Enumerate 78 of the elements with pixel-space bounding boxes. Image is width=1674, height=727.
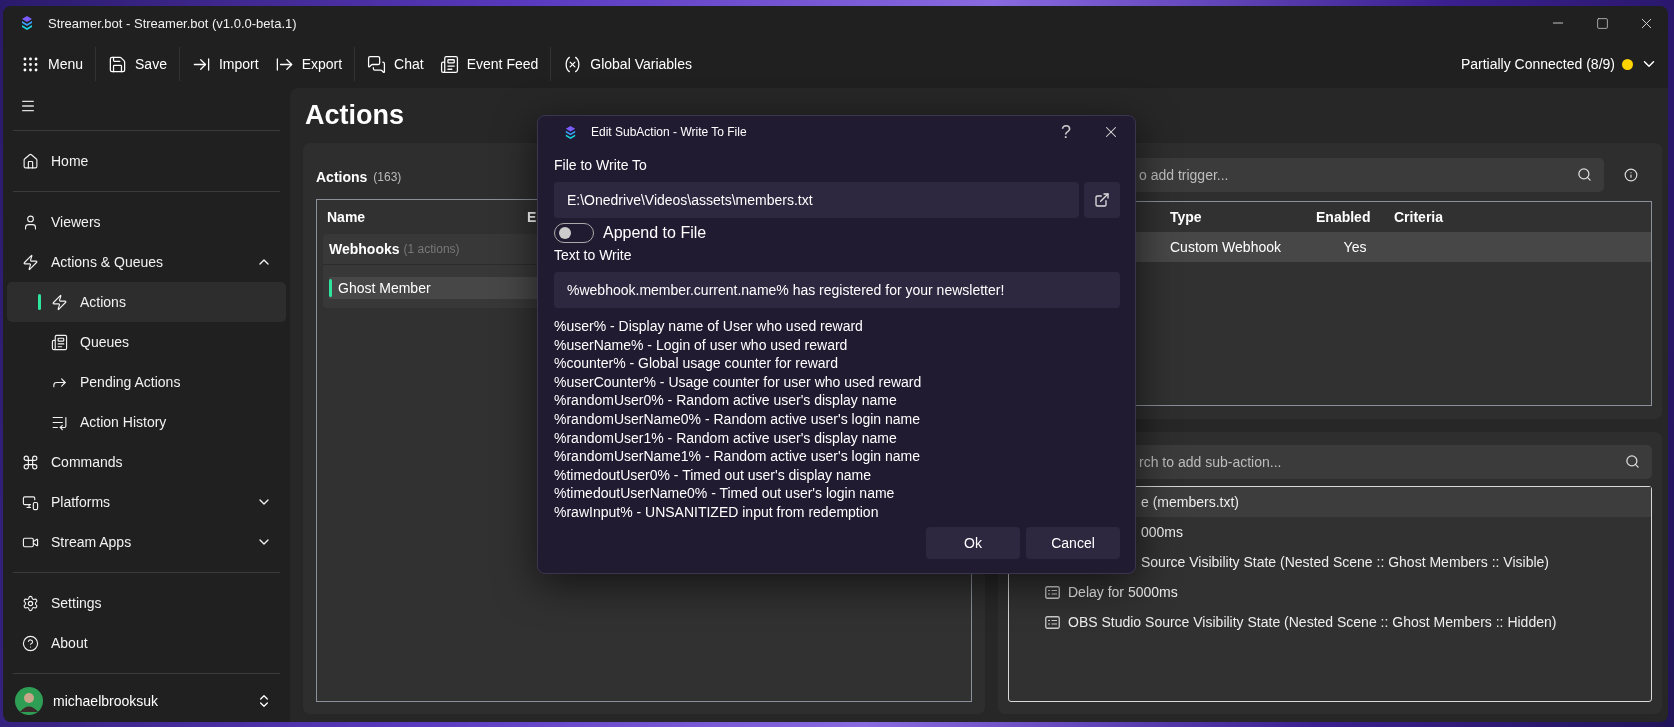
action-count: (163)	[373, 170, 402, 184]
table-cell-text: Custom Webhook	[1170, 239, 1282, 255]
ok-button[interactable]: Ok	[926, 527, 1020, 559]
maximize-icon[interactable]	[1595, 16, 1609, 30]
help-icon	[22, 634, 39, 652]
lightning-icon	[51, 293, 68, 311]
avatar	[15, 686, 43, 715]
user-menu[interactable]: michaelbrooksuk	[7, 681, 286, 720]
variable-help-line: %userName% - Login of user who used reward	[554, 335, 849, 355]
toolbar-button[interactable]: Export	[266, 48, 351, 80]
dialog-title: Edit SubAction - Write To File	[591, 125, 748, 139]
group-count: (1 actions)	[403, 242, 460, 256]
column-header[interactable]: Enabled	[1316, 209, 1394, 225]
sidebar-item[interactable]: About	[7, 623, 286, 664]
subaction-item[interactable]: OBS Studio Source Visibility State (Nested Scene :: Ghost Members :: Hidden)	[1009, 607, 1651, 637]
sidebar-item[interactable]: Actions	[7, 282, 286, 323]
toolbar-button[interactable]: Global Variables	[555, 48, 700, 80]
window-title: Streamer.bot - Streamer.bot (v1.0.0-beta.1)	[48, 15, 297, 31]
list-icon	[1045, 615, 1060, 629]
subaction-item[interactable]: Delay for 5000ms	[1009, 577, 1651, 607]
newspaper-icon	[439, 54, 459, 74]
column-header[interactable]: Type	[1170, 209, 1316, 225]
variable-help-line: %userCounter% - Usage counter for user who used reward	[554, 372, 923, 392]
variable-help-line: %timedoutUser0% - Timed out user's display name	[554, 465, 873, 485]
column-header[interactable]: Name	[327, 209, 527, 225]
toggle-label: Append to File	[603, 224, 707, 242]
table-cell-text: Yes	[1342, 239, 1368, 255]
group-name[interactable]: Webhooks	[329, 241, 400, 257]
info-icon[interactable]	[1624, 168, 1638, 182]
search-icon	[1625, 454, 1640, 469]
variable-help-line: %timedoutUserName0% - Timed out user's login name	[554, 484, 896, 503]
sidebar-item[interactable]: Home	[7, 141, 286, 182]
chat-icon	[367, 54, 387, 74]
sidebar-item[interactable]: Platforms	[7, 482, 286, 523]
home-icon	[22, 152, 39, 170]
selection-indicator	[38, 294, 41, 311]
variable-help-line: %counter% - Global usage counter for reward	[554, 354, 840, 373]
app-logo	[19, 15, 35, 31]
sidebar-item[interactable]: Action History	[7, 402, 286, 443]
connection-status[interactable]: Partially Connected (8/9)	[1454, 49, 1668, 79]
devices-icon	[22, 493, 39, 511]
settings-icon	[22, 594, 39, 612]
list-icon	[51, 333, 68, 351]
variable-help-line: %randomUser0% - Random active user's display name	[554, 391, 898, 410]
sidebar-item[interactable]: Commands	[7, 442, 286, 483]
help-button[interactable]: ?	[1051, 121, 1081, 143]
cancel-button[interactable]: Cancel	[1026, 527, 1120, 559]
page-title: Actions	[304, 99, 404, 132]
column-header[interactable]: Criteria	[1394, 209, 1651, 225]
lightning-icon	[22, 253, 39, 271]
save-icon	[108, 54, 128, 74]
variable-help-line: %randomUserName1% - Random active user's login name	[554, 447, 922, 466]
toolbar-button[interactable]: Save	[100, 48, 175, 80]
text-field[interactable]: %webhook.member.current.name% has registered for your newsletter!	[554, 272, 1120, 308]
toolbar-button[interactable]: Chat	[359, 48, 432, 80]
sidebar-item[interactable]: Pending Actions	[7, 362, 286, 403]
toolbar-button[interactable]: Event Feed	[431, 48, 547, 80]
variable-help-line: %rawInput% - UNSANITIZED input from redemption	[554, 502, 880, 522]
user-icon	[22, 213, 39, 231]
sidebar-item[interactable]: Viewers	[7, 202, 286, 243]
panel-title: Actions	[316, 169, 368, 185]
sidebar-item[interactable]: Settings	[7, 583, 286, 624]
toolbar-button[interactable]: Menu	[13, 48, 92, 80]
search-icon	[1577, 167, 1592, 182]
toolbar-button[interactable]: Import	[183, 48, 267, 80]
command-icon	[22, 453, 39, 471]
sidebar-item[interactable]: Actions & Queues	[7, 242, 286, 283]
sidebar-item[interactable]: Queues	[7, 322, 286, 363]
sidebar-item[interactable]: Stream Apps	[7, 522, 286, 563]
variable-help-line: %randomUser1% - Random active user's display name	[554, 428, 898, 448]
list-icon	[1045, 585, 1060, 599]
field-label: File to Write To	[554, 157, 648, 175]
variable-help-line: %randomUserName0% - Random active user's login name	[554, 409, 922, 429]
file-path-field[interactable]: E:\Onedrive\Videos\assets\members.txt	[554, 182, 1079, 218]
field-label: Text to Write	[554, 247, 633, 265]
app-logo	[563, 124, 578, 140]
variable-help-line: %user% - Display name of User who used reward	[554, 317, 864, 336]
external-link-icon[interactable]	[1094, 192, 1110, 208]
